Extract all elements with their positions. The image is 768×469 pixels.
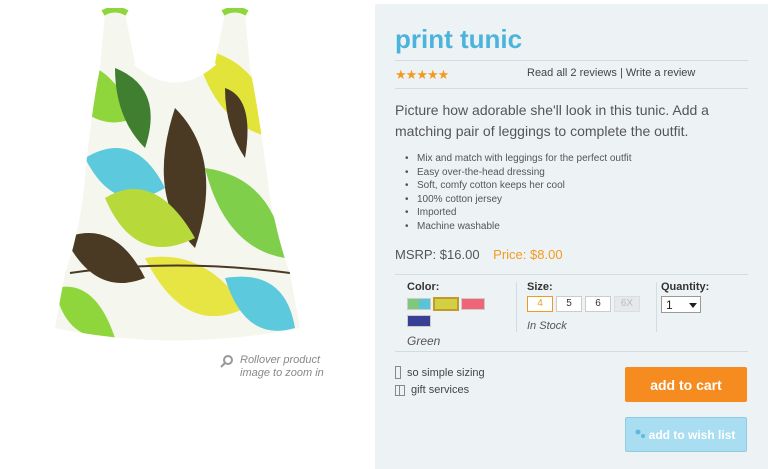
- chevron-down-icon: [689, 303, 697, 308]
- stock-status: In Stock: [527, 320, 567, 332]
- color-label: Color:: [407, 281, 440, 293]
- product-title: print tunic: [395, 24, 523, 54]
- size-option-6[interactable]: 6: [585, 296, 611, 312]
- star-icon: ★: [437, 67, 450, 82]
- msrp-price: MSRP: $16.00: [395, 247, 480, 262]
- product-description: Picture how adorable she'll look in this…: [395, 102, 709, 139]
- reviews-links: Read all 2 reviews | Write a review: [527, 67, 695, 79]
- wishlist-label: add to wish list: [648, 427, 736, 442]
- zoom-hint-line1: Rollover product: [240, 354, 321, 366]
- feature-item: Soft, comfy cotton keeps her cool: [405, 179, 632, 193]
- divider: [656, 282, 657, 332]
- feature-item: Easy over-the-head dressing: [405, 166, 632, 180]
- quantity-label: Quantity:: [661, 281, 710, 293]
- star-icon: ★: [426, 67, 439, 82]
- price-block: MSRP: $16.00 Price: $8.00: [395, 247, 563, 262]
- feature-item: 100% cotton jersey: [405, 193, 632, 207]
- feature-list: Mix and match with leggings for the perf…: [395, 152, 632, 233]
- sizing-label: so simple sizing: [407, 366, 485, 379]
- size-option-4[interactable]: 4: [527, 296, 553, 312]
- gift-services-link[interactable]: gift services: [395, 384, 469, 396]
- add-to-wishlist-button[interactable]: add to wish list: [625, 417, 747, 452]
- quantity-value: 1: [666, 298, 673, 312]
- rating-stars: ★ ★ ★ ★ ★: [395, 67, 450, 83]
- feature-item: Imported: [405, 206, 632, 220]
- quantity-select[interactable]: 1: [661, 296, 701, 313]
- size-option-6x: 6X: [614, 296, 640, 312]
- size-option-5[interactable]: 5: [556, 296, 582, 312]
- size-label: Size:: [527, 281, 553, 293]
- ruler-icon: [395, 366, 401, 379]
- magnifier-icon: [220, 355, 233, 368]
- divider: [516, 282, 517, 332]
- swatch-navy[interactable]: [407, 315, 431, 327]
- swatch-coral[interactable]: [461, 298, 485, 310]
- sizing-link[interactable]: so simple sizing: [395, 366, 485, 379]
- sale-price: Price: $8.00: [493, 247, 563, 262]
- zoom-hint: Rollover product image to zoom in: [220, 354, 324, 380]
- product-image-area: Rollover product image to zoom in: [0, 0, 375, 469]
- divider: [395, 274, 748, 275]
- swatch-multicolor[interactable]: [407, 298, 431, 310]
- selected-color-name: Green: [407, 334, 441, 348]
- star-icon: ★: [405, 67, 418, 82]
- product-details-panel: print tunic ★ ★ ★ ★ ★ Read all 2 reviews…: [375, 4, 768, 469]
- write-review-link[interactable]: Write a review: [626, 67, 695, 79]
- sparkle-icon: [635, 429, 645, 438]
- read-reviews-link[interactable]: Read all 2 reviews: [527, 67, 617, 79]
- feature-item: Machine washable: [405, 220, 632, 234]
- swatch-green[interactable]: [433, 297, 459, 311]
- zoom-hint-line2: image to zoom in: [240, 367, 324, 379]
- feature-item: Mix and match with leggings for the perf…: [405, 152, 632, 166]
- reviews-separator: |: [619, 67, 623, 79]
- product-image[interactable]: [45, 8, 305, 348]
- star-icon: ★: [416, 67, 428, 82]
- gift-label: gift services: [411, 384, 470, 396]
- gift-icon: [395, 384, 405, 396]
- add-to-cart-button[interactable]: add to cart: [625, 367, 747, 402]
- star-icon: ★: [395, 67, 407, 82]
- divider: [395, 351, 748, 352]
- divider: [395, 60, 748, 61]
- divider: [395, 88, 748, 89]
